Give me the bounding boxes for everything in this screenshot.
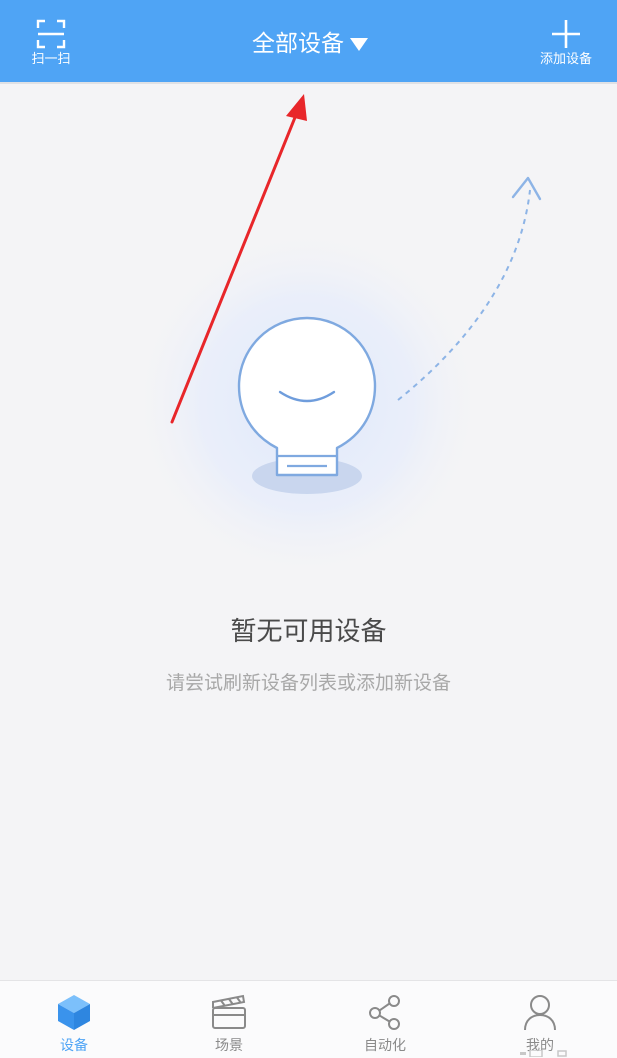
add-device-button[interactable]: 添加设备 bbox=[530, 14, 602, 74]
dashed-arrow-head-icon bbox=[511, 176, 542, 201]
scan-button[interactable]: 扫一扫 bbox=[20, 14, 82, 74]
tab-me[interactable]: 我的 bbox=[480, 989, 600, 1057]
tab-devices-label: 设备 bbox=[60, 1038, 88, 1054]
plus-icon bbox=[552, 20, 580, 48]
page-title: 全部设备 bbox=[252, 31, 344, 57]
clapperboard-icon bbox=[212, 994, 246, 1029]
scan-icon bbox=[36, 19, 66, 49]
user-icon bbox=[524, 995, 556, 1031]
device-filter-dropdown[interactable]: 全部设备 bbox=[170, 22, 450, 66]
tab-scenes[interactable]: 场景 bbox=[169, 989, 289, 1057]
tab-automation-label: 自动化 bbox=[364, 1038, 406, 1054]
tab-scenes-label: 场景 bbox=[215, 1038, 243, 1054]
annotation-arrow-head-icon bbox=[286, 94, 307, 121]
tab-devices[interactable]: 设备 bbox=[14, 989, 134, 1057]
watermark-fragment bbox=[520, 1050, 567, 1057]
dropdown-triangle-icon bbox=[350, 37, 368, 51]
empty-state-title: 暂无可用设备 bbox=[230, 617, 387, 647]
empty-state-illustration bbox=[127, 176, 542, 583]
header-divider bbox=[0, 82, 617, 84]
cube-icon bbox=[58, 995, 90, 1030]
scan-label: 扫一扫 bbox=[31, 52, 71, 67]
top-app-bar: 扫一扫 全部设备 添加设备 bbox=[0, 0, 617, 82]
add-device-label: 添加设备 bbox=[539, 52, 592, 67]
share-nodes-icon bbox=[369, 995, 400, 1030]
tab-automation[interactable]: 自动化 bbox=[325, 989, 445, 1057]
empty-state-subtitle: 请尝试刷新设备列表或添加新设备 bbox=[165, 672, 451, 694]
bottom-tab-bar: 设备 场景 自动化 我的 bbox=[0, 980, 617, 1058]
